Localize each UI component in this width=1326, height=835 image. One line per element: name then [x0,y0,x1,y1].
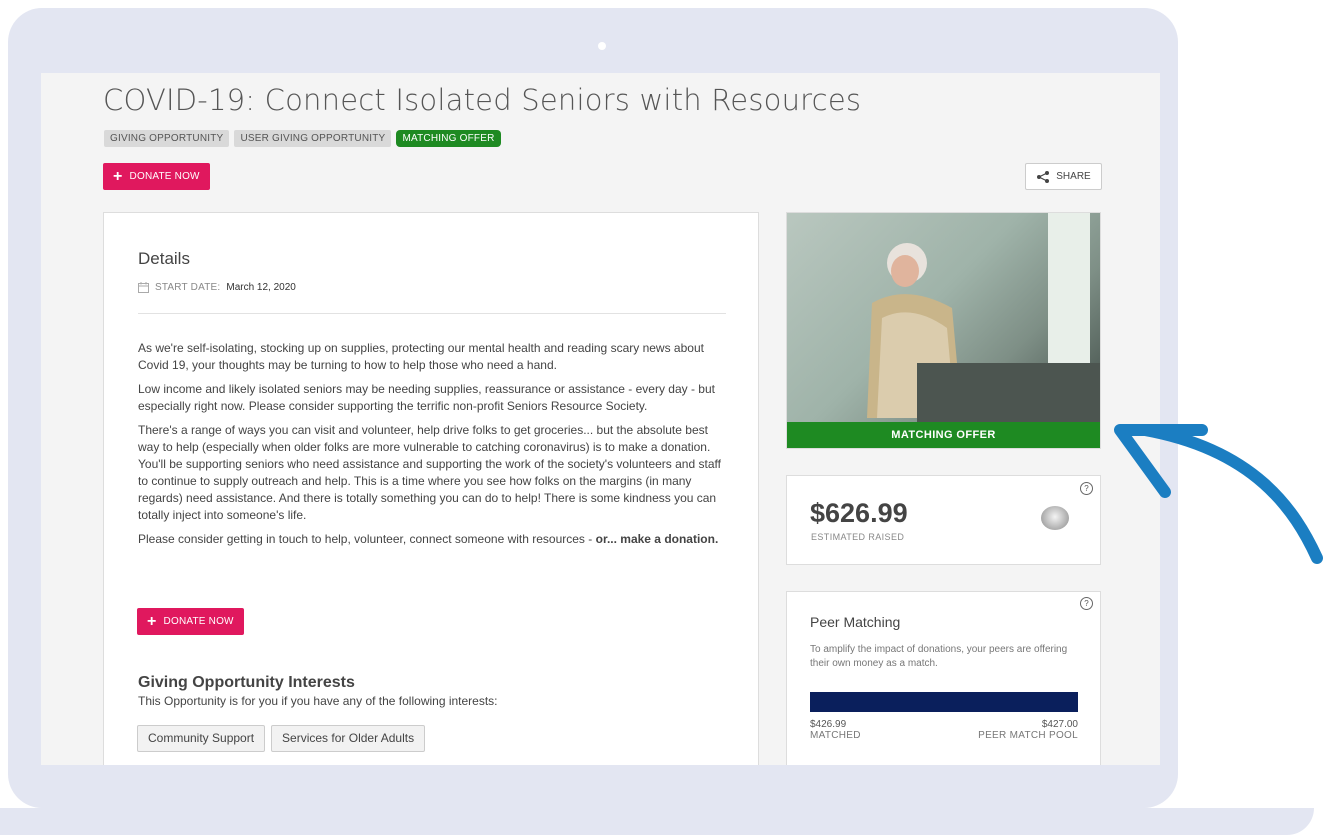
laptop-frame: COVID-19: Connect Isolated Seniors with … [8,8,1178,808]
estimated-raised-card: ? $626.99 ESTIMATED RAISED [786,475,1101,565]
help-icon[interactable]: ? [1080,482,1093,495]
description: As we're self-isolating, stocking up on … [138,340,730,555]
opportunity-image-card: MATCHING OFFER [786,212,1101,449]
donate-now-button[interactable]: + DONATE NOW [103,163,210,190]
photo-sink [917,363,1100,422]
photo-window [1048,213,1090,373]
peer-match-progress [810,692,1078,712]
details-card: Details START DATE: March 12, 2020 As we… [103,212,759,765]
pool-value: $427.00 [1041,719,1078,730]
plus-icon: + [147,612,157,630]
blue-arrow-icon [1114,424,1323,564]
paragraph-1: As we're self-isolating, stocking up on … [138,341,704,372]
plus-icon: + [113,167,123,185]
tag-list: GIVING OPPORTUNITY USER GIVING OPPORTUNI… [104,130,501,147]
details-heading: Details [138,249,190,268]
page-title: COVID-19: Connect Isolated Seniors with … [103,83,862,117]
laptop-base [0,808,1314,835]
interest-chip-community-support[interactable]: Community Support [137,725,266,752]
donate-now-label: DONATE NOW [163,616,234,627]
start-date-value: March 12, 2020 [226,282,296,293]
divider [138,313,726,314]
peer-matching-card: ? Peer Matching To amplify the impact of… [786,591,1101,765]
share-icon [1037,170,1050,183]
help-icon[interactable]: ? [1080,597,1093,610]
interests-subtitle: This Opportunity is for you if you have … [138,694,498,708]
start-date-row: START DATE: March 12, 2020 [138,282,296,293]
share-button[interactable]: SHARE [1025,163,1102,190]
matched-label: MATCHED [810,730,861,741]
paragraph-4: Please consider getting in touch to help… [138,531,730,548]
share-label: SHARE [1056,171,1091,182]
tag-matching-offer: MATCHING OFFER [396,130,501,147]
raised-amount: $626.99 [810,498,908,528]
calendar-icon [138,282,149,293]
interest-chips: Community Support Services for Older Adu… [137,725,426,752]
interest-chip-services-older-adults[interactable]: Services for Older Adults [271,725,426,752]
tag-user-giving-opportunity: USER GIVING OPPORTUNITY [234,130,392,147]
pool-label: PEER MATCH POOL [978,730,1078,741]
interests-heading: Giving Opportunity Interests [138,674,355,691]
camera-dot [598,42,606,50]
paragraph-4-bold: or... make a donation. [595,532,719,546]
raised-label: ESTIMATED RAISED [811,532,905,542]
peer-matching-description: To amplify the impact of donations, your… [810,644,1068,669]
matched-value: $426.99 [810,719,847,730]
peer-match-progress-fill [810,692,1078,712]
organization-seal-icon [1041,506,1069,530]
senior-kitchen-photo [787,213,1100,422]
matching-offer-banner: MATCHING OFFER [787,422,1100,448]
paragraph-2: Low income and likely isolated seniors m… [138,382,715,413]
paragraph-3: There's a range of ways you can visit an… [138,423,721,522]
paragraph-4-text: Please consider getting in touch to help… [138,532,596,546]
donate-now-label: DONATE NOW [129,171,200,182]
peer-matching-heading: Peer Matching [810,614,901,630]
start-date-label: START DATE: [155,282,221,293]
tag-giving-opportunity: GIVING OPPORTUNITY [104,130,230,147]
donate-now-button-bottom[interactable]: + DONATE NOW [137,608,244,635]
browser-screen: COVID-19: Connect Isolated Seniors with … [41,73,1160,765]
